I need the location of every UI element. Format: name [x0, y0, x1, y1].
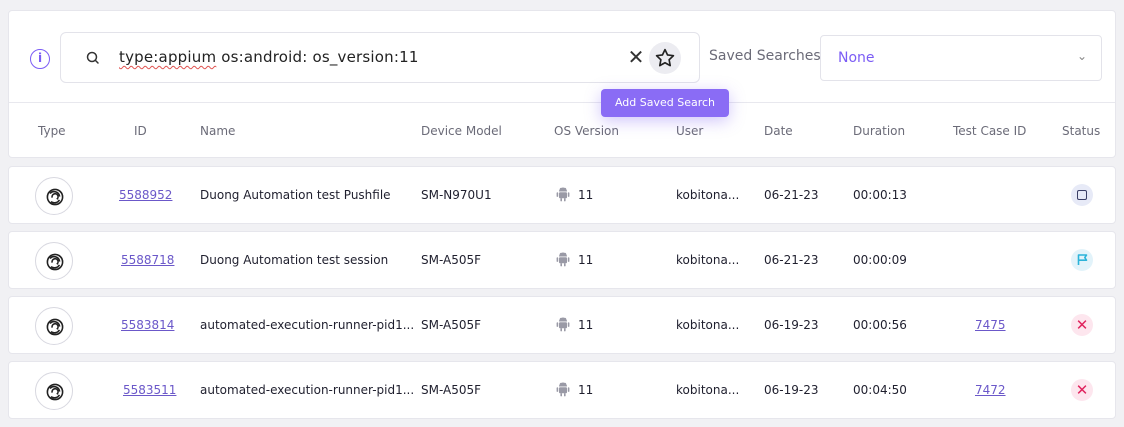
header-type[interactable]: Type	[38, 124, 66, 138]
android-icon	[556, 252, 570, 267]
android-icon	[556, 187, 570, 202]
flagged-status-icon[interactable]	[1071, 249, 1093, 271]
table-row[interactable]: 5583511 automated-execution-runner-pid1..…	[8, 361, 1116, 419]
android-icon	[556, 382, 570, 397]
device-model: SM-N970U1	[421, 188, 492, 202]
header-device-model[interactable]: Device Model	[421, 124, 502, 138]
star-icon	[655, 48, 675, 67]
saved-searches-value: None	[838, 50, 875, 66]
user-name: kobitona...	[676, 188, 740, 202]
session-name: Duong Automation test Pushfile	[200, 188, 391, 202]
search-query-rest: os:android: os_version:11	[216, 48, 419, 66]
session-date: 06-21-23	[764, 188, 819, 202]
test-case-id-link[interactable]: 7472	[975, 383, 1006, 397]
session-id-link[interactable]: 5588718	[121, 253, 174, 267]
save-search-star-button[interactable]	[649, 42, 681, 74]
appium-type-badge	[35, 177, 73, 215]
test-case-id-link[interactable]: 7475	[975, 318, 1006, 332]
search-icon	[86, 51, 99, 64]
device-model: SM-A505F	[421, 383, 482, 397]
saved-searches-select[interactable]: None ⌄	[820, 35, 1102, 81]
table-header: Type ID Name Device Model OS Version Use…	[9, 103, 1115, 159]
appium-type-badge	[35, 372, 73, 410]
add-saved-search-tooltip[interactable]: Add Saved Search	[601, 89, 729, 117]
table-row[interactable]: 5583814 automated-execution-runner-pid1..…	[8, 296, 1116, 354]
clear-search-icon[interactable]: ✕	[625, 46, 647, 68]
session-name: automated-execution-runner-pid1...	[200, 383, 415, 397]
header-duration[interactable]: Duration	[853, 124, 905, 138]
appium-icon	[46, 188, 64, 206]
session-duration: 00:00:09	[853, 253, 907, 267]
session-id-link[interactable]: 5583814	[121, 318, 174, 332]
os-version: 11	[578, 253, 594, 267]
os-version: 11	[578, 188, 594, 202]
table-row[interactable]: 5588952 Duong Automation test Pushfile SM-…	[8, 166, 1116, 224]
user-name: kobitona...	[676, 383, 740, 397]
device-model: SM-A505F	[421, 253, 482, 267]
flag-icon	[1077, 254, 1088, 265]
android-icon	[556, 317, 570, 332]
header-os-version[interactable]: OS Version	[554, 124, 619, 138]
user-name: kobitona...	[676, 318, 740, 332]
search-panel: i type:appium os:android: os_version:11 …	[8, 10, 1116, 158]
search-query[interactable]: type:appium os:android: os_version:11	[119, 48, 419, 66]
user-name: kobitona...	[676, 253, 740, 267]
failed-status-icon[interactable]: ✕	[1071, 379, 1093, 401]
chevron-down-icon: ⌄	[1076, 49, 1087, 63]
session-date: 06-19-23	[764, 383, 819, 397]
session-id-link[interactable]: 5588952	[119, 188, 172, 202]
session-duration: 00:04:50	[853, 383, 907, 397]
table-row[interactable]: 5588718 Duong Automation test session SM-A…	[8, 231, 1116, 289]
session-name: Duong Automation test session	[200, 253, 389, 267]
info-icon[interactable]: i	[30, 49, 50, 69]
session-duration: 00:00:56	[853, 318, 907, 332]
session-date: 06-19-23	[764, 318, 819, 332]
session-id-link[interactable]: 5583511	[123, 383, 176, 397]
session-date: 06-21-23	[764, 253, 819, 267]
header-user[interactable]: User	[676, 124, 703, 138]
session-name: automated-execution-runner-pid1...	[200, 318, 415, 332]
os-version: 11	[578, 318, 594, 332]
appium-icon	[46, 318, 64, 336]
appium-icon	[46, 253, 64, 271]
os-version: 11	[578, 383, 594, 397]
search-query-type: type:appium	[119, 48, 217, 66]
saved-searches-label: Saved Searches	[709, 48, 821, 64]
header-test-case-id[interactable]: Test Case ID	[953, 124, 1026, 138]
search-input[interactable]: type:appium os:android: os_version:11 ✕	[60, 32, 700, 83]
device-model: SM-A505F	[421, 318, 482, 332]
header-id[interactable]: ID	[134, 124, 147, 138]
header-date[interactable]: Date	[764, 124, 793, 138]
appium-icon	[46, 383, 64, 401]
stopped-status-icon[interactable]	[1071, 184, 1093, 206]
session-duration: 00:00:13	[853, 188, 907, 202]
header-name[interactable]: Name	[200, 124, 235, 138]
appium-type-badge	[35, 242, 73, 280]
appium-type-badge	[35, 307, 73, 345]
header-status[interactable]: Status	[1062, 124, 1100, 138]
failed-status-icon[interactable]: ✕	[1071, 314, 1093, 336]
search-bar-row: i type:appium os:android: os_version:11 …	[9, 11, 1115, 103]
